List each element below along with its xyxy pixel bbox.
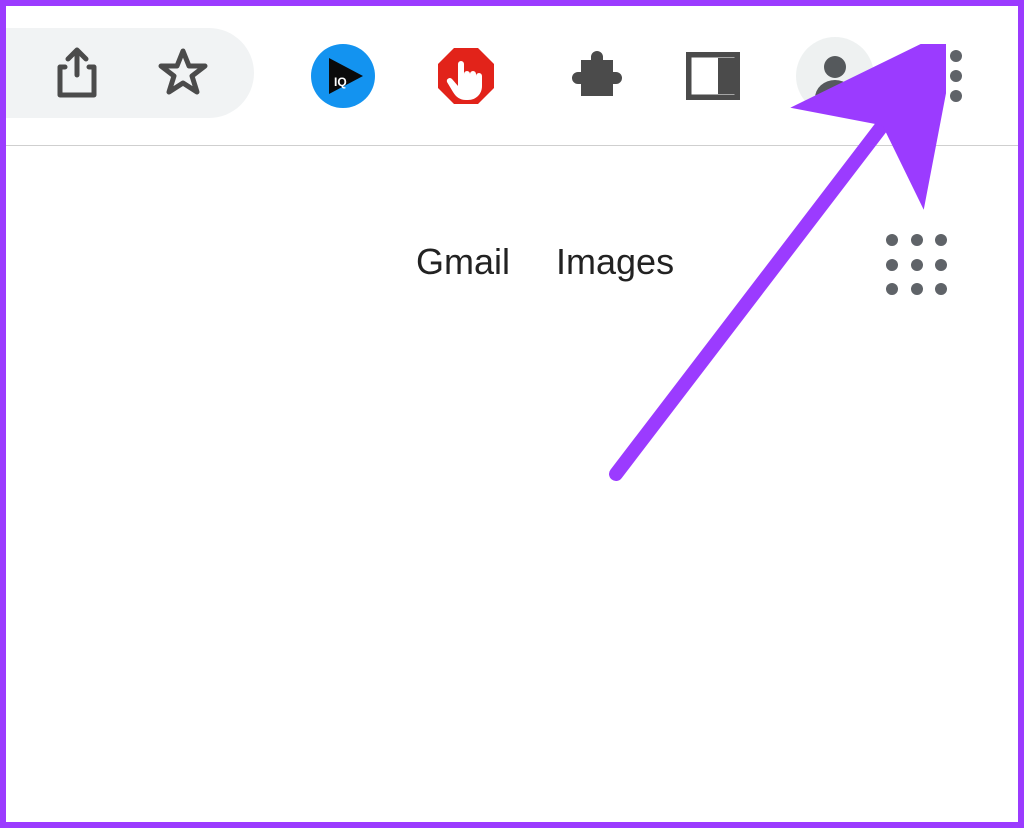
puzzle-piece-icon bbox=[567, 48, 623, 104]
page-content: Gmail Images bbox=[6, 146, 1018, 822]
iq-extension-button[interactable]: IQ bbox=[308, 41, 378, 111]
side-panel-button[interactable] bbox=[678, 41, 748, 111]
profile-button[interactable] bbox=[796, 37, 874, 115]
three-dot-menu-icon bbox=[949, 48, 963, 104]
adblock-extension-button[interactable] bbox=[431, 41, 501, 111]
browser-toolbar: IQ bbox=[6, 6, 1018, 146]
chrome-menu-button[interactable] bbox=[928, 48, 984, 104]
share-button[interactable] bbox=[49, 45, 105, 101]
annotated-screenshot-frame: IQ bbox=[0, 0, 1024, 828]
apps-grid-dot bbox=[886, 283, 898, 295]
extensions-button[interactable] bbox=[560, 41, 630, 111]
side-panel-icon bbox=[686, 52, 740, 100]
svg-text:IQ: IQ bbox=[334, 75, 347, 89]
apps-grid-dot bbox=[935, 283, 947, 295]
google-header-links: Gmail Images bbox=[416, 241, 674, 283]
images-link[interactable]: Images bbox=[556, 241, 674, 283]
apps-grid-dot bbox=[886, 234, 898, 246]
address-bar-actions-pill bbox=[6, 28, 254, 118]
gmail-link[interactable]: Gmail bbox=[416, 241, 510, 283]
apps-grid-dot bbox=[911, 259, 923, 271]
apps-grid-dot bbox=[911, 283, 923, 295]
share-icon bbox=[54, 47, 100, 99]
google-apps-button[interactable] bbox=[886, 234, 950, 298]
apps-grid-dot bbox=[911, 234, 923, 246]
adblock-hand-icon bbox=[434, 44, 498, 108]
profile-avatar-icon bbox=[809, 50, 861, 102]
bookmark-button[interactable] bbox=[155, 45, 211, 101]
star-icon bbox=[157, 47, 209, 99]
apps-grid-dot bbox=[935, 234, 947, 246]
apps-grid-dot bbox=[886, 259, 898, 271]
iq-extension-icon: IQ bbox=[311, 44, 375, 108]
apps-grid-dot bbox=[935, 259, 947, 271]
